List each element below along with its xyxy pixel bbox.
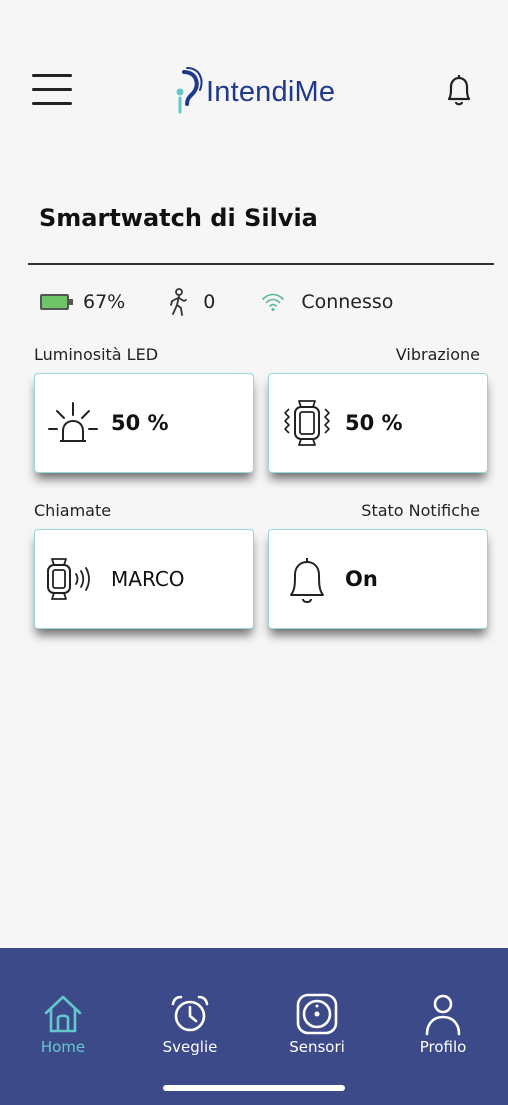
led-brightness-value: 50 %: [111, 411, 169, 435]
battery-icon: [40, 294, 73, 310]
logo-ear-icon: [176, 67, 203, 114]
vibration-label: Vibrazione: [395, 345, 480, 364]
nav-home-label: Home: [40, 1038, 86, 1056]
bottom-navigation: Home Sveglie Sensori Profilo: [0, 948, 508, 1105]
nav-sveglie[interactable]: Sveglie: [145, 992, 235, 1062]
vibrating-watch-icon: [284, 400, 330, 446]
nav-sensori[interactable]: Sensori: [272, 992, 362, 1062]
device-title: Smartwatch di Silvia: [39, 204, 318, 232]
logo-text: IntendiMe: [206, 75, 336, 108]
notification-status-card[interactable]: On: [268, 529, 488, 629]
walking-person-icon: [170, 288, 188, 316]
calls-label: Chiamate: [34, 501, 112, 520]
wifi-icon: [262, 293, 285, 311]
app-logo: IntendiMe: [170, 64, 335, 120]
vibration-card[interactable]: 50 %: [268, 373, 488, 473]
nav-profilo[interactable]: Profilo: [398, 992, 488, 1062]
app-header: IntendiMe: [0, 0, 508, 150]
vibration-value: 50 %: [345, 411, 403, 435]
home-icon: [44, 995, 82, 1033]
battery-level: 67%: [83, 291, 126, 313]
user-icon: [425, 994, 461, 1036]
step-count: 0: [203, 291, 216, 313]
watch-ringing-icon: [47, 558, 90, 600]
led-brightness-label: Luminosità LED: [34, 345, 159, 364]
menu-icon[interactable]: [32, 74, 72, 106]
led-brightness-card[interactable]: 50 %: [34, 373, 254, 473]
notification-status-value: On: [345, 567, 378, 591]
nav-home[interactable]: Home: [18, 992, 108, 1062]
notification-status-label: Stato Notifiche: [361, 501, 480, 520]
device-status-bar: 67% 0 Connesso: [40, 286, 393, 318]
connection-status: Connesso: [301, 291, 394, 313]
bell-icon[interactable]: [442, 72, 476, 108]
nav-profilo-label: Profilo: [419, 1038, 467, 1056]
calls-card[interactable]: MARCO: [34, 529, 254, 629]
sensor-icon: [296, 993, 338, 1035]
calls-contact: MARCO: [111, 567, 185, 591]
nav-sensori-label: Sensori: [289, 1038, 345, 1056]
led-light-icon: [48, 402, 98, 442]
nav-sveglie-label: Sveglie: [162, 1038, 218, 1056]
divider: [28, 263, 494, 265]
home-indicator: [163, 1085, 345, 1091]
alarm-clock-icon: [171, 995, 209, 1032]
notification-bell-icon: [290, 558, 324, 603]
